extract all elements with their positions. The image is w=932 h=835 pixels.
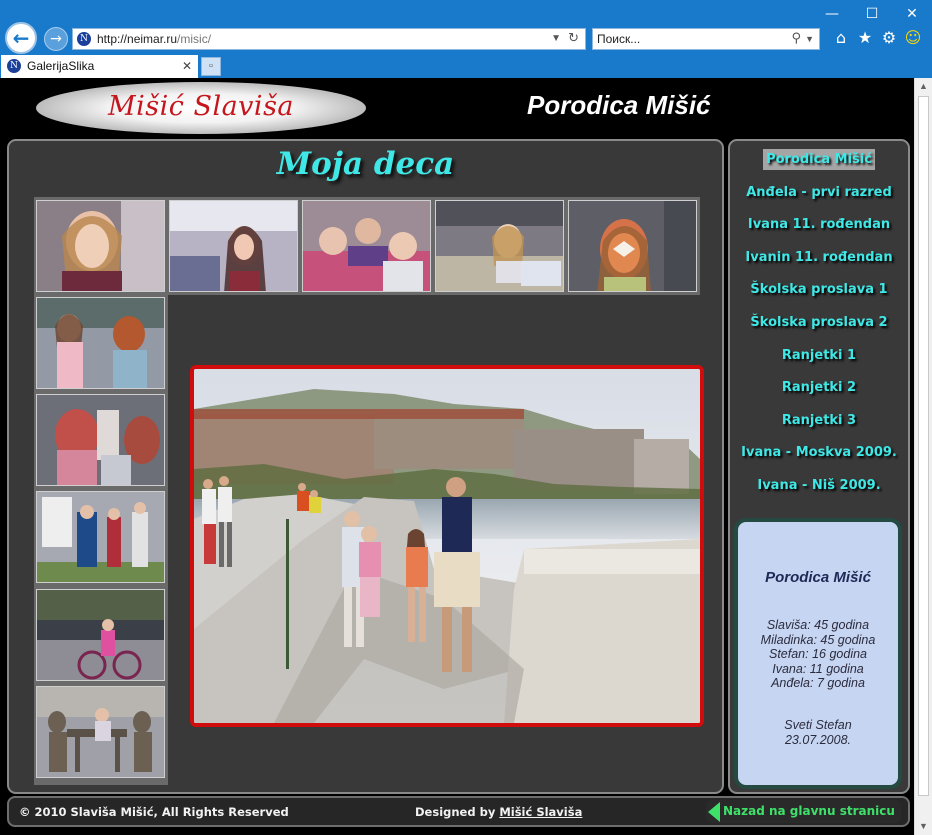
menu-item-ivana-nis[interactable]: Ivana - Niš 2009. bbox=[730, 476, 908, 509]
menu-item-label: Školska proslava 2 bbox=[750, 314, 888, 330]
menu-item-ranjetki-1[interactable]: Ranjetki 1 bbox=[730, 346, 908, 379]
info-line: Miladinka: 45 godina bbox=[760, 632, 876, 647]
menu-item-label: Ivana - Moskva 2009. bbox=[741, 445, 897, 461]
home-icon[interactable]: ⌂ bbox=[832, 28, 850, 48]
menu-item-ranjetki-2[interactable]: Ranjetki 2 bbox=[730, 378, 908, 411]
info-family-list: Slaviša: 45 godina Miladinka: 45 godina … bbox=[738, 618, 898, 691]
gallery-thumbnail[interactable] bbox=[169, 200, 298, 292]
tab-galerija[interactable]: N GalerijaSlika ✕ bbox=[1, 55, 198, 78]
menu-item-label: Školska proslava 1 bbox=[750, 282, 888, 298]
info-location: Sveti Stefan 23.07.2008. bbox=[738, 718, 898, 747]
info-line: Ivana: 11 godina bbox=[772, 661, 864, 676]
tab-title: GalerijaSlika bbox=[27, 59, 95, 73]
arrow-left-icon bbox=[708, 802, 720, 822]
arrow-left-icon: ← bbox=[12, 26, 30, 50]
menu-item-skolska-proslava-1[interactable]: Školska proslava 1 bbox=[730, 280, 908, 313]
scrollbar-thumb[interactable] bbox=[918, 96, 929, 796]
window-controls: — ☐ ✕ bbox=[812, 4, 932, 24]
menu-item-ranjetki-3[interactable]: Ranjetki 3 bbox=[730, 411, 908, 444]
gallery-thumbnail[interactable] bbox=[435, 200, 564, 292]
gallery-title: Moja deca bbox=[276, 146, 455, 182]
menu-item-label: Ivanin 11. rođendan bbox=[745, 249, 893, 265]
thumbnail-strip-left bbox=[34, 295, 168, 785]
toolbar-icons: ⌂ ★ ⚙ ☺ bbox=[832, 28, 922, 48]
gallery-thumbnail[interactable] bbox=[36, 589, 165, 681]
gallery-menu: Porodica Mišić Anđela - prvi razred Ivan… bbox=[730, 149, 908, 509]
logo-text: Mišić Slaviša bbox=[107, 91, 295, 122]
menu-item-skolska-proslava-2[interactable]: Školska proslava 2 bbox=[730, 313, 908, 346]
designer-link[interactable]: Mišić Slaviša bbox=[499, 805, 582, 819]
gallery-thumbnail[interactable] bbox=[36, 200, 165, 292]
web-page: Mišić Slaviša Porodica Mišić Moja deca P… bbox=[0, 78, 914, 835]
info-line: Slaviša: 45 godina bbox=[766, 618, 870, 632]
main-photo[interactable] bbox=[190, 365, 704, 727]
gallery-thumbnail[interactable] bbox=[36, 297, 165, 389]
tab-bar: N GalerijaSlika ✕ ▫ bbox=[0, 55, 932, 78]
info-line: Stefan: 16 godina bbox=[769, 647, 867, 662]
back-button[interactable]: ← bbox=[5, 22, 37, 54]
search-input[interactable] bbox=[597, 29, 777, 49]
menu-item-label: Anđela - prvi razred bbox=[746, 184, 892, 200]
url-path: /misic/ bbox=[177, 32, 212, 46]
info-title: Porodica Mišić bbox=[765, 569, 871, 586]
address-url[interactable]: http://neimar.ru/misic/ bbox=[97, 29, 211, 49]
photo-info-box: Porodica Mišić Slaviša: 45 godina Miladi… bbox=[734, 518, 902, 789]
settings-gear-icon[interactable]: ⚙ bbox=[880, 28, 898, 48]
search-icon[interactable]: ⚲ bbox=[791, 29, 801, 49]
favorites-star-icon[interactable]: ★ bbox=[856, 28, 874, 48]
gallery-thumbnail[interactable] bbox=[36, 686, 165, 778]
site-favicon-icon: N bbox=[77, 32, 91, 46]
browser-chrome: — ☐ ✕ ← → N http://neimar.ru/misic/ ▼ ↻ … bbox=[0, 0, 932, 78]
address-dropdown-icon[interactable]: ▼ bbox=[551, 29, 561, 49]
menu-item-label: Ranjetki 2 bbox=[781, 380, 857, 396]
gallery-thumbnail[interactable] bbox=[36, 491, 165, 583]
info-date: 23.07.2008. bbox=[784, 732, 852, 747]
menu-item-label: Porodica Mišić bbox=[763, 149, 875, 170]
menu-item-label: Ranjetki 3 bbox=[781, 412, 857, 428]
arrow-right-icon: → bbox=[50, 31, 62, 47]
menu-item-andjela-razred[interactable]: Anđela - prvi razred bbox=[730, 183, 908, 216]
copyright-text: © 2010 Slaviša Mišić, All Rights Reserve… bbox=[19, 805, 289, 819]
designed-by-label: Designed by bbox=[415, 805, 496, 819]
maximize-button[interactable]: ☐ bbox=[852, 4, 892, 24]
back-link-label: Nazad na glavnu stranicu bbox=[723, 804, 895, 818]
gallery-thumbnail[interactable] bbox=[302, 200, 431, 292]
site-logo[interactable]: Mišić Slaviša bbox=[36, 82, 366, 134]
feedback-smiley-icon[interactable]: ☺ bbox=[904, 28, 922, 48]
scroll-down-icon[interactable]: ▼ bbox=[915, 818, 932, 835]
designed-by: Designed by Mišić Slaviša bbox=[415, 805, 582, 819]
thumbnail-strip-top bbox=[34, 197, 700, 295]
close-window-button[interactable]: ✕ bbox=[892, 4, 932, 24]
site-footer: © 2010 Slaviša Mišić, All Rights Reserve… bbox=[7, 796, 910, 827]
gallery-thumbnail[interactable] bbox=[36, 394, 165, 486]
menu-item-ivana-moskva[interactable]: Ivana - Moskva 2009. bbox=[730, 443, 908, 476]
back-to-home-link[interactable]: Nazad na glavnu stranicu bbox=[706, 800, 901, 823]
minimize-button[interactable]: — bbox=[812, 4, 852, 24]
menu-item-porodica[interactable]: Porodica Mišić bbox=[730, 149, 908, 183]
menu-item-label: Ivana 11. rođendan bbox=[747, 217, 891, 233]
info-line: Anđela: 7 godina bbox=[771, 676, 865, 691]
refresh-icon[interactable]: ↻ bbox=[568, 29, 579, 49]
search-dropdown-icon[interactable]: ▼ bbox=[805, 29, 814, 49]
navigation-panel: Porodica Mišić Anđela - prvi razred Ivan… bbox=[728, 139, 910, 794]
tab-close-icon[interactable]: ✕ bbox=[182, 55, 192, 77]
gallery-thumbnail[interactable] bbox=[568, 200, 697, 292]
menu-item-label: Ranjetki 1 bbox=[781, 347, 857, 363]
address-bar[interactable]: N http://neimar.ru/misic/ ▼ ↻ bbox=[72, 28, 586, 50]
site-header: Mišić Slaviša Porodica Mišić bbox=[0, 78, 914, 136]
vertical-scrollbar[interactable]: ▲ ▼ bbox=[914, 78, 932, 835]
new-tab-icon: ▫ bbox=[209, 60, 213, 72]
new-tab-button[interactable]: ▫ bbox=[201, 57, 221, 76]
info-place: Sveti Stefan bbox=[784, 718, 852, 732]
url-host: http://neimar.ru bbox=[97, 32, 178, 46]
tab-favicon-icon: N bbox=[7, 59, 21, 73]
site-title: Porodica Mišić bbox=[527, 90, 711, 120]
search-box[interactable]: ⚲ ▼ bbox=[592, 28, 820, 50]
forward-button[interactable]: → bbox=[44, 27, 68, 51]
gallery-panel: Moja deca bbox=[7, 139, 724, 794]
menu-item-label: Ivana - Niš 2009. bbox=[757, 477, 881, 493]
menu-item-ivana-rodjendan[interactable]: Ivana 11. rođendan bbox=[730, 215, 908, 248]
scroll-up-icon[interactable]: ▲ bbox=[915, 78, 932, 95]
menu-item-ivanin-rodjendan[interactable]: Ivanin 11. rođendan bbox=[730, 248, 908, 281]
